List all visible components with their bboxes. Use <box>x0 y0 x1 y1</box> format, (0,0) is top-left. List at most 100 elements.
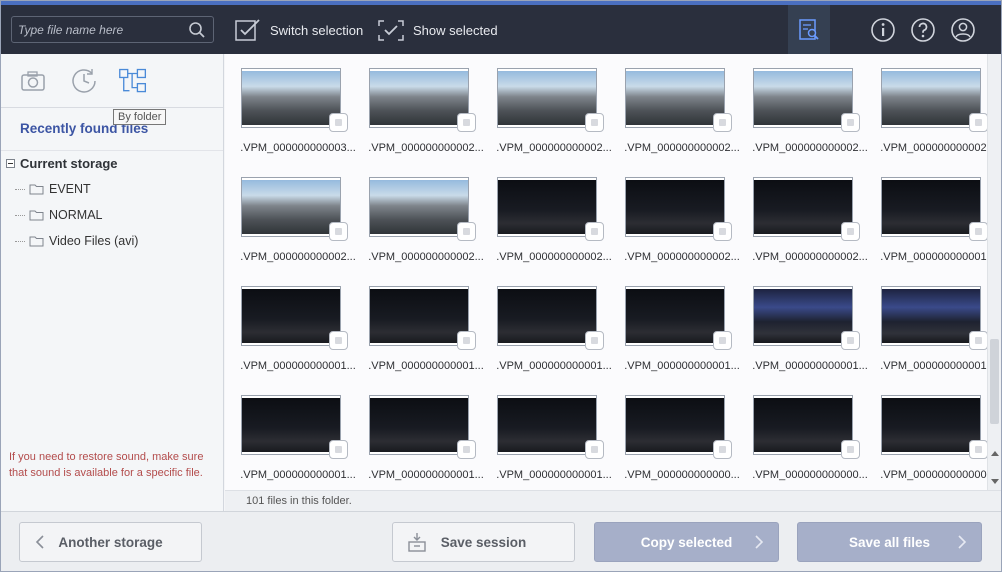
file-tile[interactable]: .VPM_000000000000... <box>618 381 746 481</box>
info-icon[interactable] <box>870 17 896 43</box>
file-tile[interactable]: .VPM_000000000002... <box>490 54 618 154</box>
film-strip <box>882 125 980 127</box>
select-checkbox[interactable] <box>329 113 348 132</box>
folder-tree-icon[interactable] <box>118 66 148 96</box>
scroll-up-icon[interactable] <box>991 451 999 456</box>
scroll-down-icon[interactable] <box>991 479 999 484</box>
video-thumbnail[interactable] <box>497 177 597 237</box>
select-checkbox[interactable] <box>585 331 604 350</box>
video-thumbnail[interactable] <box>369 395 469 455</box>
select-checkbox[interactable] <box>713 113 732 132</box>
file-tile[interactable]: .VPM_000000000001... <box>618 272 746 372</box>
select-checkbox[interactable] <box>329 222 348 241</box>
search-input[interactable] <box>18 21 178 39</box>
file-tile[interactable]: .VPM_000000000002... <box>746 54 874 154</box>
clock-icon[interactable] <box>69 66 99 96</box>
file-tile[interactable]: .VPM_000000000001... <box>362 381 490 481</box>
tree-item-video-files[interactable]: Video Files (avi) <box>15 234 138 248</box>
file-tile[interactable]: .VPM_000000000003... <box>234 54 362 154</box>
switch-selection-button[interactable]: Switch selection <box>235 15 363 45</box>
video-thumbnail[interactable] <box>753 395 853 455</box>
file-tile[interactable]: .VPM_000000000001... <box>490 381 618 481</box>
preview-toggle-button[interactable] <box>788 5 830 54</box>
file-tile[interactable]: .VPM_000000000002... <box>746 163 874 263</box>
file-tile[interactable]: .VPM_000000000001... <box>362 272 490 372</box>
save-session-button[interactable]: Save session <box>392 522 575 562</box>
file-tile[interactable]: .VPM_000000000002... <box>362 54 490 154</box>
select-checkbox[interactable] <box>585 440 604 459</box>
video-thumbnail[interactable] <box>881 286 981 346</box>
video-thumbnail[interactable] <box>753 177 853 237</box>
select-checkbox[interactable] <box>457 113 476 132</box>
file-tile[interactable]: .VPM_000000000002... <box>874 54 987 154</box>
select-checkbox[interactable] <box>713 331 732 350</box>
video-thumbnail[interactable] <box>625 177 725 237</box>
file-tile[interactable]: .VPM_000000000000... <box>746 381 874 481</box>
scrollbar-thumb[interactable] <box>990 339 999 424</box>
select-checkbox[interactable] <box>713 222 732 241</box>
tree-root-current-storage[interactable]: Current storage <box>6 156 118 171</box>
video-thumbnail[interactable] <box>753 68 853 128</box>
select-checkbox[interactable] <box>329 440 348 459</box>
select-checkbox[interactable] <box>841 222 860 241</box>
video-thumbnail[interactable] <box>625 286 725 346</box>
search-box[interactable] <box>11 16 214 43</box>
vertical-scrollbar[interactable] <box>987 54 1001 490</box>
search-icon[interactable] <box>188 21 206 39</box>
video-thumbnail[interactable] <box>497 68 597 128</box>
select-checkbox[interactable] <box>969 222 987 241</box>
video-thumbnail[interactable] <box>881 177 981 237</box>
video-thumbnail[interactable] <box>753 286 853 346</box>
tree-item-event[interactable]: EVENT <box>15 182 91 196</box>
file-tile[interactable]: .VPM_000000000001... <box>234 272 362 372</box>
video-thumbnail[interactable] <box>881 395 981 455</box>
video-thumbnail[interactable] <box>241 68 341 128</box>
select-checkbox[interactable] <box>841 331 860 350</box>
file-tile[interactable]: .VPM_000000000001... <box>874 163 987 263</box>
select-checkbox[interactable] <box>969 331 987 350</box>
video-thumbnail[interactable] <box>881 68 981 128</box>
file-tile[interactable]: .VPM_000000000000... <box>874 381 987 481</box>
video-thumbnail[interactable] <box>369 177 469 237</box>
file-tile[interactable]: .VPM_000000000001... <box>234 381 362 481</box>
file-tile[interactable]: .VPM_000000000002... <box>362 163 490 263</box>
file-tile[interactable]: .VPM_000000000001... <box>874 272 987 372</box>
select-checkbox[interactable] <box>585 113 604 132</box>
select-checkbox[interactable] <box>457 222 476 241</box>
another-storage-button[interactable]: Another storage <box>19 522 202 562</box>
video-thumbnail[interactable] <box>625 68 725 128</box>
video-thumbnail[interactable] <box>625 395 725 455</box>
video-thumbnail[interactable] <box>369 68 469 128</box>
video-thumbnail[interactable] <box>241 395 341 455</box>
file-tile[interactable]: .VPM_000000000001... <box>746 272 874 372</box>
select-checkbox[interactable] <box>585 222 604 241</box>
file-tile[interactable]: .VPM_000000000002... <box>234 163 362 263</box>
help-icon[interactable] <box>910 17 936 43</box>
file-tile[interactable]: .VPM_000000000002... <box>618 163 746 263</box>
select-checkbox[interactable] <box>969 440 987 459</box>
save-all-files-button[interactable]: Save all files <box>797 522 982 562</box>
file-tile[interactable]: .VPM_000000000001... <box>490 272 618 372</box>
video-thumbnail[interactable] <box>369 286 469 346</box>
video-thumbnail[interactable] <box>241 177 341 237</box>
tree-item-normal[interactable]: NORMAL <box>15 208 102 222</box>
divider <box>1 150 223 151</box>
select-checkbox[interactable] <box>713 440 732 459</box>
video-thumbnail[interactable] <box>497 286 597 346</box>
copy-selected-button[interactable]: Copy selected <box>594 522 779 562</box>
select-checkbox[interactable] <box>841 113 860 132</box>
show-selected-button[interactable]: Show selected <box>378 15 498 45</box>
user-account-icon[interactable] <box>950 17 976 43</box>
video-thumbnail[interactable] <box>497 395 597 455</box>
select-checkbox[interactable] <box>329 331 348 350</box>
select-checkbox[interactable] <box>457 331 476 350</box>
select-checkbox[interactable] <box>457 440 476 459</box>
collapse-icon[interactable] <box>6 159 15 168</box>
file-tile[interactable]: .VPM_000000000002... <box>490 163 618 263</box>
select-checkbox[interactable] <box>969 113 987 132</box>
select-checkbox[interactable] <box>841 440 860 459</box>
film-strip <box>498 178 596 180</box>
video-thumbnail[interactable] <box>241 286 341 346</box>
camera-icon[interactable] <box>18 66 48 96</box>
file-tile[interactable]: .VPM_000000000002... <box>618 54 746 154</box>
